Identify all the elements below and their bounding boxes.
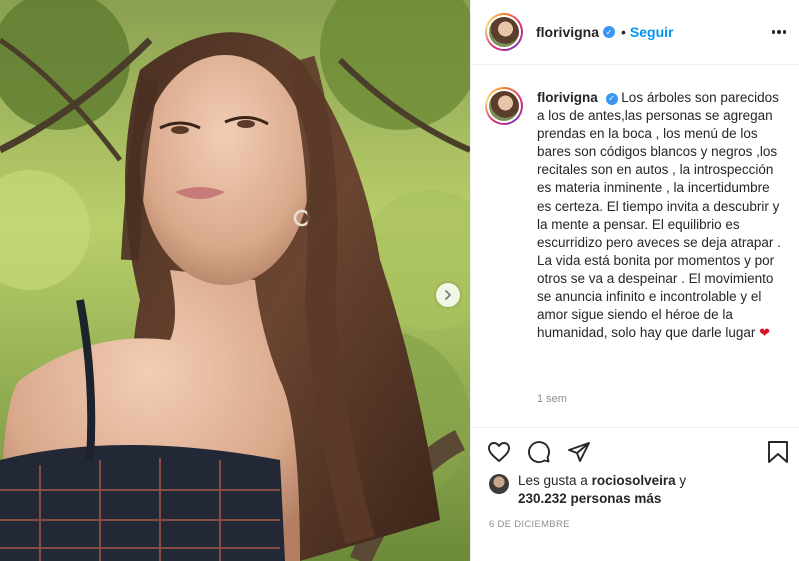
heart-icon	[488, 442, 510, 462]
likes-prefix: Les gusta a	[518, 473, 588, 488]
more-options-button[interactable]	[769, 22, 789, 42]
liker-username[interactable]: rociosolveira	[592, 473, 676, 488]
caption-avatar[interactable]	[485, 87, 523, 125]
post-header: florivigna ✓ • Seguir	[471, 0, 799, 65]
more-dots-icon	[771, 30, 776, 34]
avatar-image	[489, 17, 519, 47]
instagram-post: florivigna ✓ • Seguir florivigna ✓ Los á…	[0, 0, 799, 561]
follow-button[interactable]: Seguir	[630, 24, 674, 40]
header-avatar[interactable]	[485, 13, 523, 51]
comment-button[interactable]	[527, 440, 551, 469]
chevron-right-icon	[445, 290, 451, 300]
likes-connector: y	[679, 473, 687, 488]
likes-count[interactable]: 230.232 personas más	[518, 491, 661, 506]
header-separator: •	[621, 24, 626, 40]
like-button[interactable]	[487, 440, 511, 469]
liker-avatar[interactable]	[489, 474, 509, 494]
post-side-panel: florivigna ✓ • Seguir florivigna ✓ Los á…	[470, 0, 799, 561]
post-date[interactable]: 6 DE DICIEMBRE	[489, 519, 570, 530]
next-slide-button[interactable]	[436, 283, 460, 307]
caption-body: Los árboles son parecidos a los de antes…	[537, 90, 781, 341]
avatar-image	[489, 91, 519, 121]
share-icon	[568, 442, 590, 462]
header-user-block: florivigna ✓ • Seguir	[536, 24, 674, 40]
verified-badge-icon: ✓	[605, 93, 618, 106]
post-media[interactable]	[0, 0, 470, 561]
caption-text: florivigna ✓ Los árboles son parecidos a…	[537, 89, 785, 342]
verified-badge-icon: ✓	[603, 26, 616, 38]
caption-time-ago[interactable]: 1 sem	[537, 393, 567, 405]
comments-area: florivigna ✓ Los árboles son parecidos a…	[471, 65, 799, 427]
bookmark-icon	[768, 441, 788, 463]
likes-summary: Les gusta a rociosolveira y 230.232 pers…	[489, 472, 686, 508]
save-button[interactable]	[767, 440, 789, 469]
likes-text: Les gusta a rociosolveira y 230.232 pers…	[518, 472, 686, 508]
post-photo	[0, 0, 470, 561]
red-heart-emoji-icon: ❤	[759, 325, 771, 341]
comment-icon	[528, 441, 550, 464]
caption-username[interactable]: florivigna	[537, 90, 598, 105]
header-username[interactable]: florivigna	[536, 24, 599, 40]
share-button[interactable]	[567, 440, 591, 469]
post-actions-section: Les gusta a rociosolveira y 230.232 pers…	[471, 427, 799, 561]
